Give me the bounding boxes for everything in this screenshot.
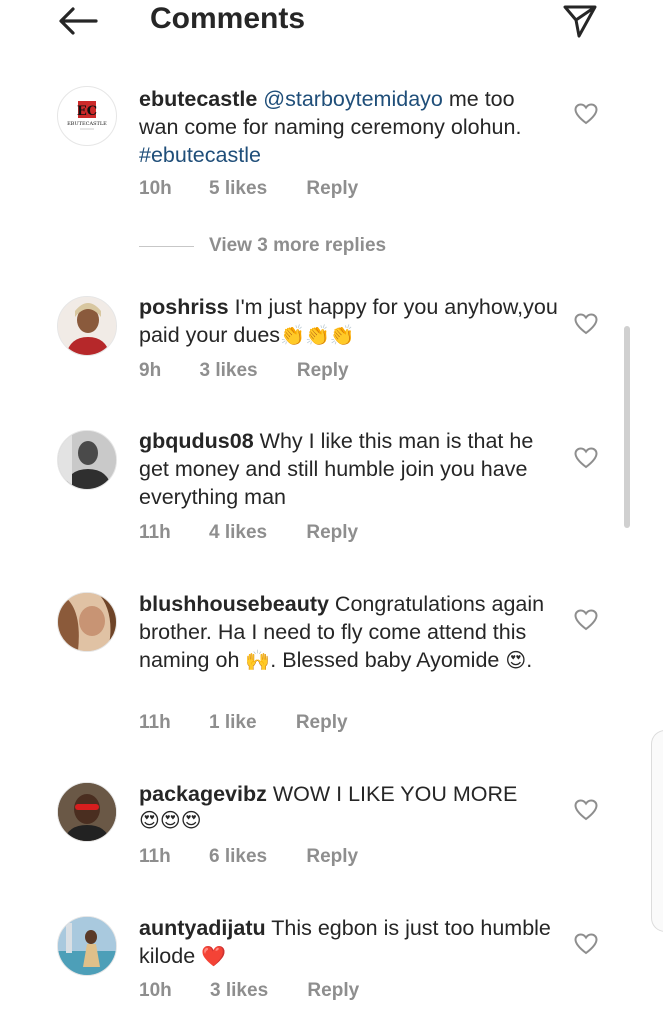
likes-count[interactable]: 6 likes	[209, 846, 267, 868]
timestamp: 10h	[139, 980, 172, 1001]
heart-eyes-emoji: 😍😍😍	[139, 810, 202, 832]
timestamp: 11h	[139, 712, 171, 733]
avatar[interactable]	[57, 430, 117, 490]
reply-button[interactable]: Reply	[296, 712, 348, 734]
profile-photo-icon	[58, 783, 116, 841]
likes-count[interactable]: 3 likes	[199, 360, 257, 382]
reply-button[interactable]: Reply	[306, 178, 358, 200]
mention-link[interactable]: @starboytemidayo	[263, 87, 443, 111]
profile-photo-icon	[58, 917, 116, 975]
profile-photo-icon	[58, 593, 116, 651]
heart-eyes-emoji: 😍	[505, 650, 527, 672]
comment-text: poshriss I'm just happy for you anyhow,y…	[139, 293, 559, 349]
view-more-replies[interactable]: View 3 more replies	[139, 235, 439, 259]
heart-icon[interactable]	[574, 447, 598, 469]
username[interactable]: ebutecastle	[139, 87, 257, 111]
heart-icon[interactable]	[574, 933, 598, 955]
reply-button[interactable]: Reply	[306, 522, 358, 544]
likes-count[interactable]: 1 like	[209, 712, 257, 734]
username[interactable]: blushhousebeauty	[139, 592, 329, 616]
reply-button[interactable]: Reply	[297, 360, 349, 382]
heart-icon[interactable]	[574, 103, 598, 125]
svg-text:EC: EC	[77, 104, 97, 119]
comment-meta: 11h 1 like Reply	[139, 712, 348, 734]
timestamp: 11h	[139, 846, 171, 867]
avatar[interactable]	[57, 592, 117, 652]
username[interactable]: packagevibz	[139, 782, 267, 806]
timestamp: 9h	[139, 360, 162, 381]
comment-meta: 11h 6 likes Reply	[139, 846, 358, 868]
comment-meta: 10h 3 likes Reply	[139, 980, 359, 1002]
comment-text: ebutecastle @starboytemidayo me too wan …	[139, 85, 559, 169]
likes-count[interactable]: 4 likes	[209, 522, 267, 544]
heart-icon[interactable]	[574, 313, 598, 335]
username[interactable]: poshriss	[139, 295, 229, 319]
comment-meta: 10h 5 likes Reply	[139, 178, 358, 200]
avatar[interactable]	[57, 296, 117, 356]
reply-button[interactable]: Reply	[306, 846, 358, 868]
profile-photo-icon	[58, 297, 116, 355]
likes-count[interactable]: 5 likes	[209, 178, 267, 200]
send-icon[interactable]	[562, 3, 598, 39]
comment-text: auntyadijatu This egbon is just too humb…	[139, 914, 559, 970]
edge-panel-handle[interactable]	[651, 730, 663, 932]
view-replies-label[interactable]: View 3 more replies	[209, 235, 386, 257]
comment-body-end: .	[526, 648, 533, 672]
comment-text: packagevibz WOW I LIKE YOU MORE	[139, 780, 559, 808]
username[interactable]: auntyadijatu	[139, 916, 266, 940]
divider-line	[139, 246, 194, 247]
comment-text: gbqudus08 Why I like this man is that he…	[139, 427, 559, 511]
reply-button[interactable]: Reply	[307, 980, 359, 1002]
clapping-hands-emoji: 👏👏👏	[280, 325, 355, 347]
header: Comments	[0, 0, 663, 44]
likes-count[interactable]: 3 likes	[210, 980, 268, 1002]
ebutecastle-logo-icon: EC EBUTECASTLE	[67, 101, 107, 130]
avatar[interactable]	[57, 916, 117, 976]
comment-text: blushhousebeauty Congratulations again b…	[139, 590, 559, 674]
heart-icon[interactable]	[574, 609, 598, 631]
raising-hands-emoji: 🙌	[245, 650, 271, 672]
back-arrow-icon[interactable]	[56, 6, 98, 36]
comment-meta: 11h 4 likes Reply	[139, 522, 358, 544]
comment-body: WOW I LIKE YOU MORE	[266, 782, 518, 806]
username[interactable]: gbqudus08	[139, 429, 254, 453]
avatar[interactable]	[57, 782, 117, 842]
comment-meta: 9h 3 likes Reply	[139, 360, 349, 382]
timestamp: 11h	[139, 522, 171, 543]
profile-photo-icon	[58, 431, 116, 489]
red-heart-emoji: ❤️	[201, 946, 227, 968]
avatar[interactable]: EC EBUTECASTLE	[57, 86, 117, 146]
timestamp: 10h	[139, 178, 172, 199]
hashtag-link[interactable]: #ebutecastle	[139, 143, 261, 167]
svg-text:EBUTECASTLE: EBUTECASTLE	[67, 121, 107, 127]
comment-body-continued: . Blessed baby Ayomide	[270, 648, 506, 672]
scrollbar[interactable]	[624, 326, 630, 528]
page-title: Comments	[150, 2, 306, 35]
heart-icon[interactable]	[574, 799, 598, 821]
